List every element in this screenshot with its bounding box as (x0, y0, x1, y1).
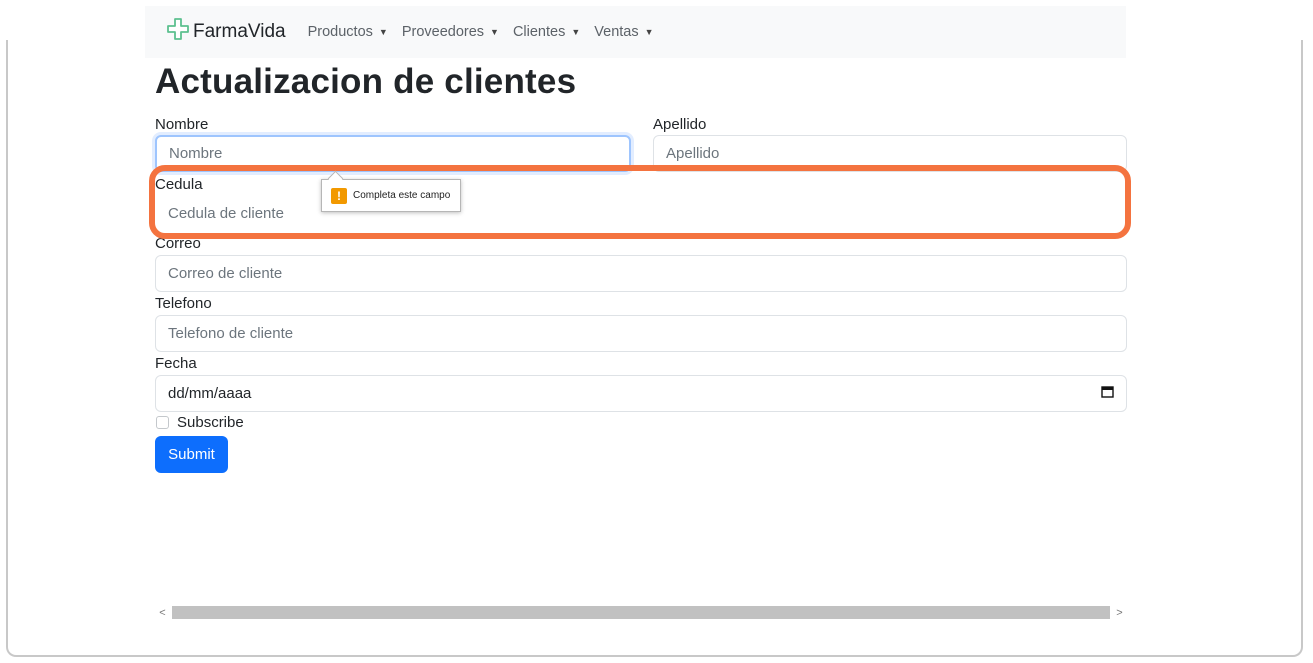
nav-label: Proveedores (401, 24, 485, 40)
brand-link[interactable]: FarmaVida (167, 18, 286, 46)
cedula-input[interactable] (155, 195, 1127, 232)
correo-label: Correo (155, 235, 201, 252)
cedula-label: Cedula (155, 176, 203, 193)
warning-icon: ! (331, 187, 347, 204)
horizontal-scrollbar[interactable]: < > (155, 605, 1127, 620)
nav-dropdown-clientes[interactable]: Clientes ▼ (513, 24, 580, 40)
nombre-input[interactable] (155, 135, 631, 172)
nav-dropdown-productos[interactable]: Productos ▼ (308, 24, 388, 40)
nav-dropdown-proveedores[interactable]: Proveedores ▼ (402, 24, 499, 40)
submit-button[interactable]: Submit (155, 436, 228, 473)
fecha-label: Fecha (155, 355, 197, 372)
caret-down-icon: ▼ (378, 27, 388, 37)
telefono-label: Telefono (155, 295, 212, 312)
scroll-right-icon[interactable]: > (1112, 607, 1127, 619)
correo-input[interactable] (155, 255, 1127, 292)
navbar: FarmaVida Productos ▼ Proveedores ▼ Clie… (145, 6, 1126, 58)
caret-down-icon: ▼ (490, 27, 499, 37)
subscribe-checkbox[interactable] (156, 416, 169, 429)
nav-label: Clientes (512, 24, 566, 40)
scroll-left-icon[interactable]: < (155, 607, 170, 619)
tooltip-message: Completa este campo (353, 190, 451, 201)
page-title: Actualizacion de clientes (155, 62, 577, 101)
caret-down-icon: ▼ (571, 27, 581, 37)
subscribe-label: Subscribe (177, 414, 244, 431)
medical-cross-icon (167, 18, 193, 46)
nav-label: Ventas (594, 24, 639, 40)
validation-tooltip: ! Completa este campo (321, 179, 461, 212)
apellido-input[interactable] (653, 135, 1127, 172)
fecha-value: dd/mm/aaaa (168, 385, 252, 402)
fecha-date-input[interactable]: dd/mm/aaaa (155, 375, 1127, 412)
caret-down-icon: ▼ (644, 27, 654, 37)
calendar-icon[interactable] (1101, 385, 1114, 403)
nav-dropdown-ventas[interactable]: Ventas ▼ (594, 24, 653, 40)
apellido-label: Apellido (653, 116, 707, 133)
nav-label: Productos (307, 24, 373, 40)
telefono-input[interactable] (155, 315, 1127, 352)
nombre-label: Nombre (155, 116, 209, 133)
brand-name: FarmaVida (193, 21, 286, 42)
scrollbar-thumb[interactable] (172, 606, 1110, 619)
